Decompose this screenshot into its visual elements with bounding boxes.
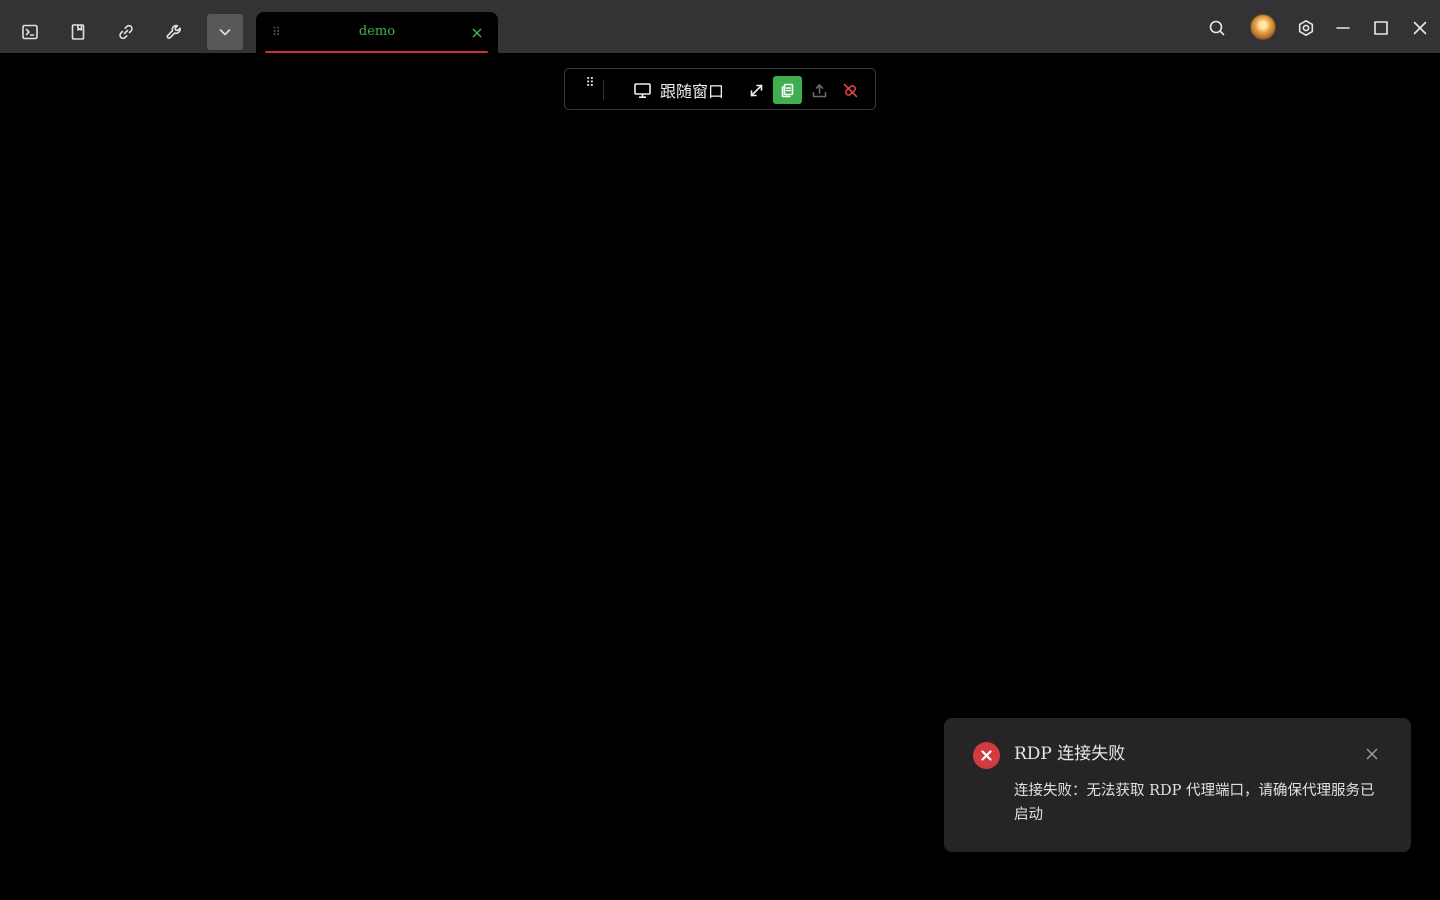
notification-message: 连接失败：无法获取 RDP 代理端口，请确保代理服务已启动 (1014, 783, 1375, 823)
close-window-button[interactable] (1405, 14, 1435, 42)
settings-button[interactable] (1291, 14, 1321, 42)
title-bar: ⠿ demo (0, 0, 1440, 53)
maximize-button[interactable] (1366, 14, 1396, 42)
upload-icon (812, 83, 827, 97)
monitor-icon (634, 82, 651, 98)
rdp-toolbar: ⠿ 跟随窗口 (564, 68, 876, 110)
maximize-icon (1374, 21, 1388, 35)
tab-dropdown-button[interactable] (207, 14, 243, 50)
wrench-icon (166, 24, 181, 39)
tab-demo[interactable]: ⠿ demo (256, 12, 498, 53)
minimize-button[interactable] (1328, 14, 1358, 42)
tab-active-indicator (265, 51, 488, 53)
tools-button[interactable] (156, 14, 192, 50)
notification-title: RDP 连接失败 (1014, 744, 1126, 764)
link-button[interactable] (108, 14, 144, 50)
tab-title: demo (358, 24, 396, 39)
toolbar-divider (603, 80, 604, 100)
error-icon (973, 742, 1000, 769)
close-icon (472, 28, 482, 38)
display-mode-select[interactable]: 跟随窗口 (633, 77, 724, 103)
avatar[interactable] (1250, 14, 1276, 40)
search-icon (1209, 20, 1225, 36)
link-icon (119, 24, 133, 40)
clipboard-icon (781, 83, 794, 97)
settings-icon (1298, 20, 1314, 36)
upload-button[interactable] (805, 76, 834, 104)
disconnect-icon (843, 83, 858, 97)
close-icon (1413, 21, 1427, 35)
error-notification: RDP 连接失败 连接失败：无法获取 RDP 代理端口，请确保代理服务已启动 (944, 718, 1411, 852)
chevron-down-icon (219, 29, 231, 36)
terminal-button[interactable] (12, 14, 48, 50)
clipboard-button[interactable] (773, 76, 802, 104)
terminal-icon (22, 24, 38, 40)
bookmark-button[interactable] (60, 14, 96, 50)
fullscreen-button[interactable] (742, 76, 771, 104)
search-button[interactable] (1202, 14, 1232, 42)
minimize-icon (1336, 27, 1350, 29)
close-icon (1366, 748, 1378, 760)
fullscreen-icon (750, 84, 763, 96)
display-mode-label: 跟随窗口 (660, 82, 725, 101)
bookmark-icon (71, 24, 85, 40)
disconnect-button[interactable] (836, 76, 865, 104)
tab-close-button[interactable] (470, 25, 484, 39)
notification-close-button[interactable] (1365, 746, 1379, 760)
drag-handle-icon[interactable]: ⠿ (579, 77, 601, 101)
